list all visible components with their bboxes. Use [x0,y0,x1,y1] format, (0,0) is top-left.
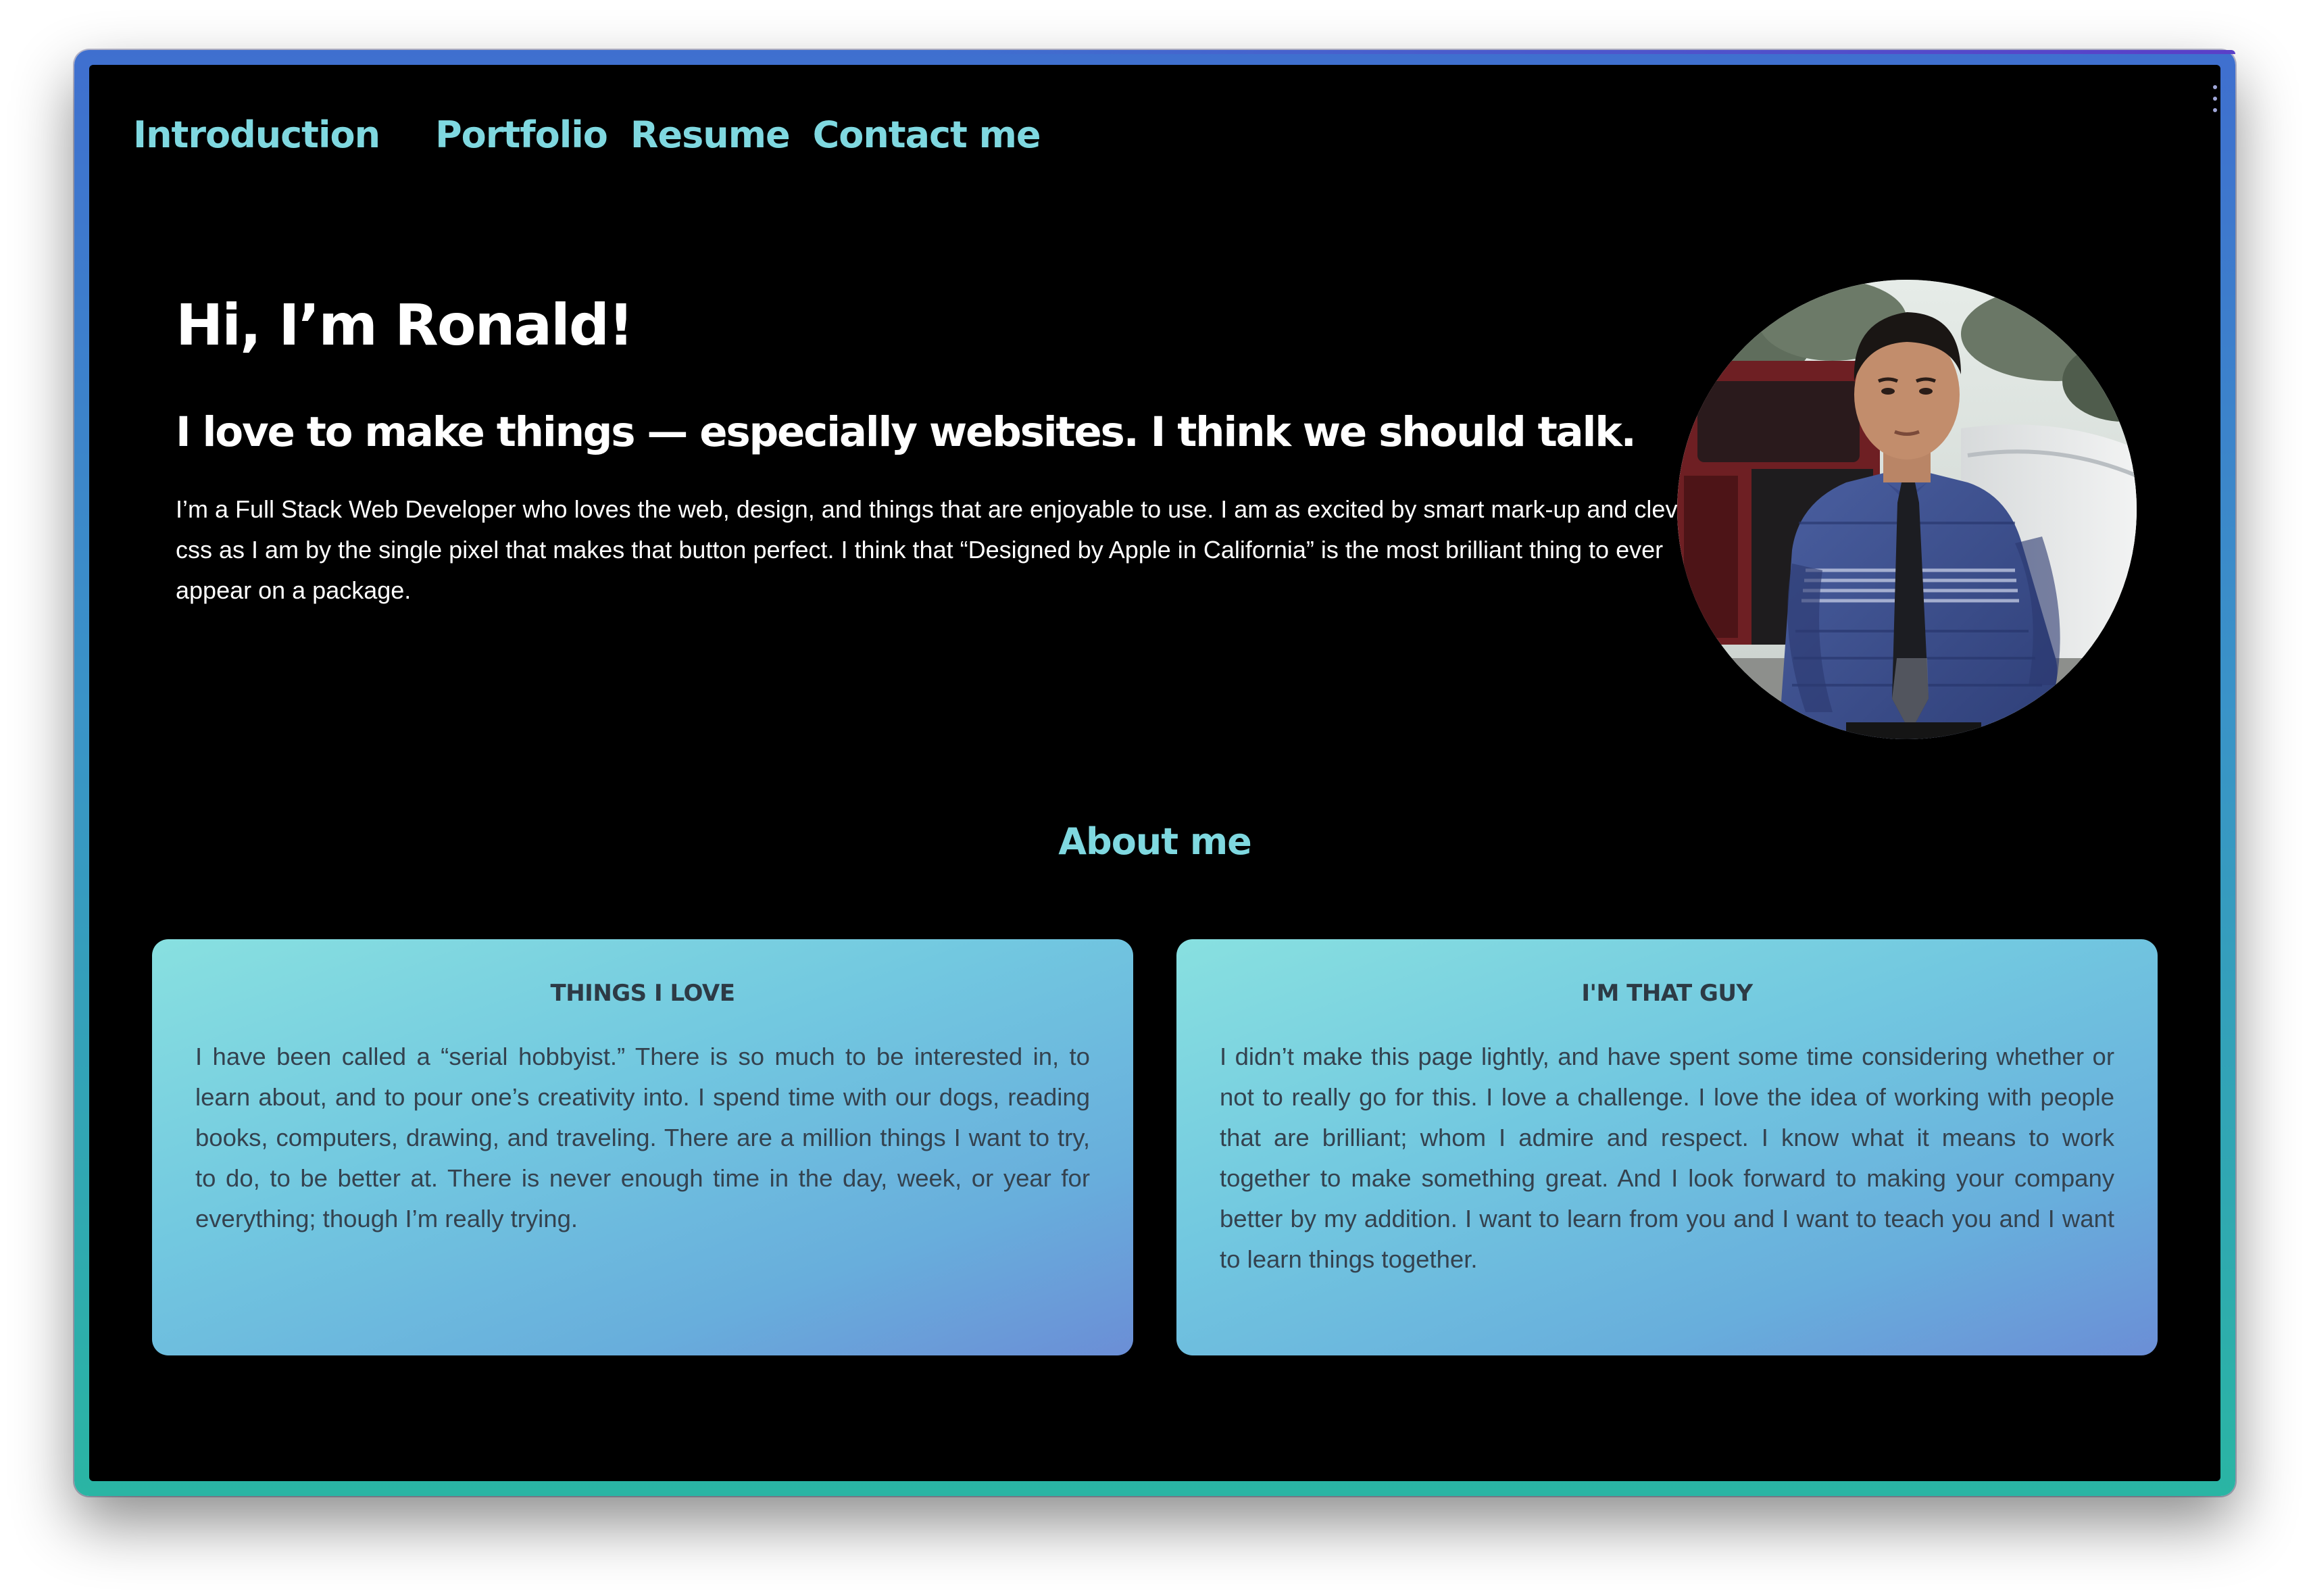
page-viewport[interactable]: Introduction Portfolio Resume Contact me… [89,65,2220,1481]
nav-link-introduction[interactable]: Introduction [133,114,380,156]
about-card-things-i-love: THINGS I LOVE I have been called a “seri… [152,939,1133,1355]
card-text: I have been called a “serial hobbyist.” … [195,1043,1090,1232]
hero-subtitle: I love to make things — especially websi… [176,408,1637,456]
profile-photo-image [1677,280,2137,739]
browser-window-frame: Introduction Portfolio Resume Contact me… [74,50,2235,1496]
about-heading: About me [1058,820,1252,863]
card-text: I didn’t make this page lightly, and hav… [1220,1043,2114,1273]
nav-link-contact[interactable]: Contact me [813,114,1041,156]
about-card-im-that-guy: I'M THAT GUY I didn’t make this page lig… [1176,939,2158,1355]
profile-photo [1677,280,2137,739]
hero-title: Hi, I’m Ronald! [176,292,634,358]
card-title: I'M THAT GUY [1581,980,1753,1007]
nav-link-resume[interactable]: Resume [630,114,791,156]
card-title: THINGS I LOVE [550,980,735,1007]
hero-intro-text: I’m a Full Stack Web Developer who loves… [176,495,1699,604]
resize-grip-icon[interactable] [2212,85,2218,112]
main-nav: Introduction Portfolio Resume Contact me [133,114,1064,156]
nav-link-portfolio[interactable]: Portfolio [435,114,608,156]
